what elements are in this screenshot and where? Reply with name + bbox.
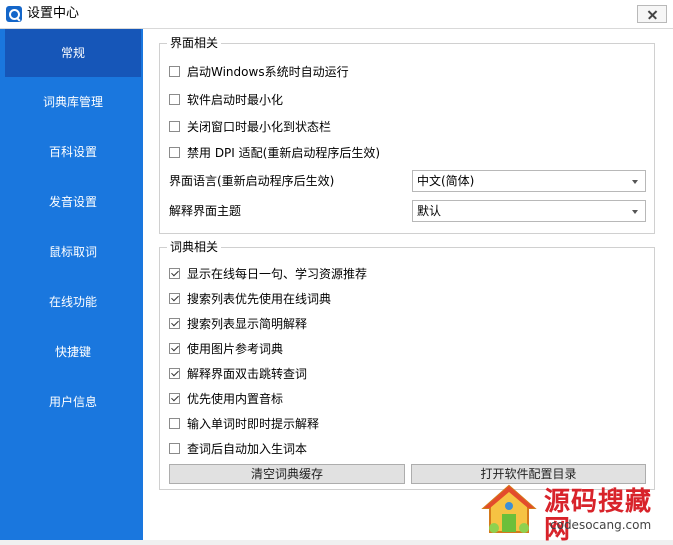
interface-group: 界面相关 启动Windows系统时自动运行 软件启动时最小化 关闭窗口时最小化到… xyxy=(159,36,655,234)
option-label: 解释界面双击跳转查词 xyxy=(187,367,308,381)
instant-hint-checkbox[interactable] xyxy=(169,418,180,429)
title-bar[interactable]: 设置中心 xyxy=(0,0,673,29)
chevron-down-icon xyxy=(632,210,638,214)
close-button[interactable] xyxy=(637,5,667,23)
option-label: 启动Windows系统时自动运行 xyxy=(187,65,349,79)
theme-select[interactable]: 默认 xyxy=(412,200,646,222)
disable-dpi-checkbox[interactable] xyxy=(169,147,180,158)
dictionary-group-title: 词典相关 xyxy=(167,240,222,254)
option-label: 优先使用内置音标 xyxy=(187,392,284,406)
option-label: 显示在线每日一句、学习资源推荐 xyxy=(187,267,368,281)
sidebar-item-user-info[interactable]: 用户信息 xyxy=(5,378,141,426)
dictionary-group: 词典相关 显示在线每日一句、学习资源推荐 搜索列表优先使用在线词典 搜索列表显示… xyxy=(159,240,655,490)
sidebar-item-pronunciation[interactable]: 发音设置 xyxy=(5,178,141,226)
option-label: 查词后自动加入生词本 xyxy=(187,442,308,456)
sidebar-item-label: 百科设置 xyxy=(48,145,97,159)
language-select[interactable]: 中文(简体) xyxy=(412,170,646,192)
prefer-online-checkbox[interactable] xyxy=(169,293,180,304)
daily-sentence-checkbox[interactable] xyxy=(169,268,180,279)
house-logo-icon xyxy=(481,484,537,533)
sidebar-item-online-features[interactable]: 在线功能 xyxy=(5,278,141,326)
sidebar-item-mouse-capture[interactable]: 鼠标取词 xyxy=(5,228,141,276)
option-label: 软件启动时最小化 xyxy=(187,93,284,107)
watermark: 源码搜藏网 codesocang.com xyxy=(478,480,673,544)
sidebar-item-label: 词典库管理 xyxy=(42,95,103,109)
sidebar-item-label: 发音设置 xyxy=(48,195,97,209)
window-title: 设置中心 xyxy=(27,6,80,21)
language-label: 界面语言(重新启动程序后生效) xyxy=(169,174,335,188)
option-label: 输入单词时即时提示解释 xyxy=(187,417,320,431)
app-search-icon xyxy=(6,6,22,22)
double-click-lookup-checkbox[interactable] xyxy=(169,368,180,379)
sidebar-item-label: 鼠标取词 xyxy=(48,245,97,259)
sidebar-item-general[interactable]: 常规 xyxy=(5,29,141,77)
sidebar-item-encyclopedia[interactable]: 百科设置 xyxy=(5,128,141,176)
close-to-tray-checkbox[interactable] xyxy=(169,121,180,132)
image-dictionary-checkbox[interactable] xyxy=(169,343,180,354)
watermark-url: codesocang.com xyxy=(550,518,652,532)
sidebar-item-label: 在线功能 xyxy=(48,295,97,309)
sidebar-item-label: 用户信息 xyxy=(48,395,97,409)
sidebar-item-label: 快捷键 xyxy=(54,345,91,359)
content-panel: 界面相关 启动Windows系统时自动运行 软件启动时最小化 关闭窗口时最小化到… xyxy=(143,29,673,540)
brief-explanation-checkbox[interactable] xyxy=(169,318,180,329)
option-label: 禁用 DPI 适配(重新启动程序后生效) xyxy=(187,146,381,160)
watermark-text: 源码搜藏网 xyxy=(544,487,653,545)
option-label: 关闭窗口时最小化到状态栏 xyxy=(187,120,332,134)
settings-window: 设置中心 常规 词典库管理 百科设置 发音设置 鼠标取词 在线功能 快捷键 用户… xyxy=(0,0,673,544)
theme-label: 解释界面主题 xyxy=(169,204,242,218)
chevron-down-icon xyxy=(632,180,638,184)
language-select-value: 中文(简体) xyxy=(417,174,475,188)
auto-add-wordbook-checkbox[interactable] xyxy=(169,443,180,454)
start-minimized-checkbox[interactable] xyxy=(169,94,180,105)
sidebar: 常规 词典库管理 百科设置 发音设置 鼠标取词 在线功能 快捷键 用户信息 xyxy=(0,29,143,540)
clear-cache-button[interactable]: 清空词典缓存 xyxy=(169,464,405,484)
option-label: 使用图片参考词典 xyxy=(187,342,284,356)
sidebar-item-shortcuts[interactable]: 快捷键 xyxy=(5,328,141,376)
sidebar-item-dictionary-management[interactable]: 词典库管理 xyxy=(5,78,141,126)
option-label: 搜索列表显示简明解释 xyxy=(187,317,308,331)
theme-select-value: 默认 xyxy=(417,204,442,218)
autostart-checkbox[interactable] xyxy=(169,66,180,77)
interface-group-title: 界面相关 xyxy=(167,36,222,50)
builtin-phonetics-checkbox[interactable] xyxy=(169,393,180,404)
option-label: 搜索列表优先使用在线词典 xyxy=(187,292,332,306)
sidebar-item-label: 常规 xyxy=(60,46,85,60)
